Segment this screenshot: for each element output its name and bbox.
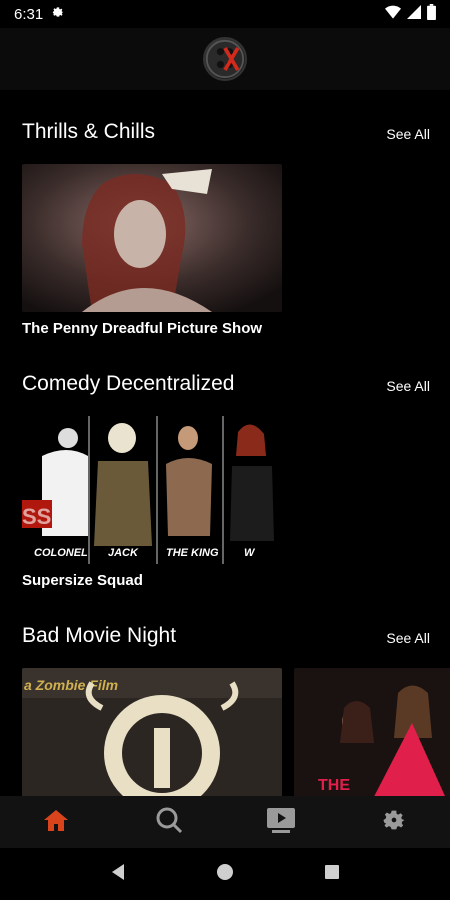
recents-icon[interactable] (324, 864, 340, 885)
home-circle-icon[interactable] (216, 863, 234, 886)
media-thumbnail[interactable]: THE (294, 668, 450, 796)
settings-icon (51, 5, 65, 23)
wifi-icon (385, 5, 401, 23)
app-bar (0, 28, 450, 90)
poster-text-jack: JACK (108, 547, 139, 559)
media-thumbnail[interactable] (22, 164, 282, 312)
media-card[interactable]: a Zombie Film (22, 668, 282, 796)
media-card[interactable]: The Penny Dreadful Picture Show (22, 164, 282, 337)
gear-icon (380, 806, 408, 839)
media-card[interactable]: COLONEL JACK THE KING W SS Supersize Squ… (22, 416, 282, 589)
media-thumbnail[interactable]: COLONEL JACK THE KING W SS (22, 416, 282, 564)
section-header: Bad Movie Night See All (0, 624, 450, 654)
nav-home[interactable] (26, 796, 86, 848)
home-feed[interactable]: Thrills & Chills See All The Penny Dread… (0, 90, 450, 796)
section-title: Bad Movie Night (22, 624, 177, 647)
see-all-link[interactable]: See All (386, 378, 430, 394)
app-logo-icon[interactable] (203, 37, 247, 81)
battery-icon (427, 4, 436, 24)
see-all-link[interactable]: See All (386, 126, 430, 142)
poster-text-king: THE KING (166, 547, 219, 559)
poster-text-ss: SS (22, 504, 51, 529)
media-title: Supersize Squad (22, 572, 143, 589)
section-comedy-decentralized: Comedy Decentralized See All COLONEL JAC… (0, 372, 450, 589)
section-title: Thrills & Chills (22, 120, 156, 143)
media-card[interactable]: THE (294, 668, 450, 796)
media-thumbnail[interactable]: a Zombie Film (22, 668, 282, 796)
status-icons (385, 4, 436, 24)
section-header: Thrills & Chills See All (0, 120, 450, 150)
section-bad-movie-night: Bad Movie Night See All a Zombie Film TH… (0, 624, 450, 796)
home-icon (43, 808, 69, 837)
search-icon (155, 806, 183, 839)
status-bar: 6:31 (0, 0, 450, 28)
video-library-icon (266, 807, 296, 838)
signal-icon (407, 5, 421, 23)
section-thrills-chills: Thrills & Chills See All The Penny Dread… (0, 120, 450, 337)
poster-text-the: THE (318, 777, 350, 794)
see-all-link[interactable]: See All (386, 630, 430, 646)
back-icon[interactable] (110, 863, 126, 886)
media-title: The Penny Dreadful Picture Show (22, 320, 263, 337)
poster-text-colonel: COLONEL (34, 547, 88, 559)
section-title: Comedy Decentralized (22, 372, 235, 395)
section-header: Comedy Decentralized See All (0, 372, 450, 402)
bottom-nav (0, 796, 450, 848)
status-time: 6:31 (14, 5, 44, 23)
poster-text-zombie: a Zombie Film (24, 677, 118, 693)
poster-text-w: W (244, 547, 256, 559)
nav-settings[interactable] (364, 796, 424, 848)
system-nav-bar (0, 848, 450, 900)
nav-search[interactable] (139, 796, 199, 848)
nav-library[interactable] (251, 796, 311, 848)
